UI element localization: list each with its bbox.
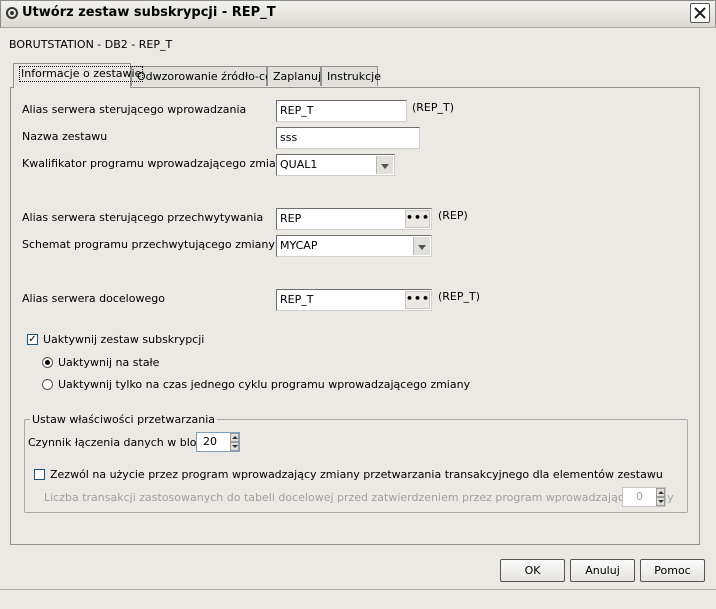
radio-permanent-label: Uaktywnij na stałe <box>58 356 160 369</box>
capture-schema-dropdown[interactable]: MYCAP <box>276 235 432 257</box>
chevron-down-icon[interactable] <box>413 237 430 255</box>
spin-up-icon[interactable] <box>656 488 665 497</box>
tab-set-information[interactable]: Informacje o zestawie <box>13 63 144 88</box>
commit-count-value: 0 <box>636 490 643 503</box>
target-alias-value: REP_T <box>280 293 314 306</box>
blocking-factor-stepper[interactable]: 20 <box>196 432 240 452</box>
qualifier-value: QUAL1 <box>280 158 318 171</box>
qualifier-dropdown[interactable]: QUAL1 <box>276 154 395 176</box>
capture-control-alias-input[interactable]: REP ••• <box>276 208 432 230</box>
spin-up-icon[interactable] <box>230 433 239 442</box>
transactional-checkbox[interactable] <box>34 469 45 480</box>
close-button[interactable] <box>690 3 710 23</box>
commit-count-stepper[interactable]: 0 <box>622 487 666 507</box>
capture-control-alias-value: REP <box>280 212 302 225</box>
window-title: Utwórz zestaw subskrypcji - REP_T <box>22 5 276 20</box>
processing-group-title: Ustaw właściwości przetwarzania <box>30 413 217 426</box>
capture-alias-label: Alias serwera sterującego wprowadzania <box>22 103 247 116</box>
tab-source-target-mapping[interactable]: Odwzorowanie źródło-cel <box>131 66 275 86</box>
cancel-button[interactable]: Anuluj <box>570 559 635 582</box>
capture-alias-note: (REP_T) <box>412 101 455 114</box>
capture-control-alias-note: (REP) <box>438 209 468 222</box>
capture-alias-input[interactable]: REP_T <box>276 100 407 122</box>
close-icon <box>694 7 706 19</box>
set-name-input[interactable]: sss <box>276 127 420 149</box>
connection-path: BORUTSTATION - DB2 - REP_T <box>9 38 173 51</box>
blocking-factor-label: Czynnik łączenia danych w bloki <box>28 436 206 449</box>
ok-button[interactable]: OK <box>500 559 565 582</box>
spinner-buttons[interactable] <box>230 433 239 451</box>
transactional-label: Zezwól na użycie przez program wprowadza… <box>50 468 663 481</box>
activate-checkbox[interactable]: ✓ <box>27 334 38 345</box>
radio-activate-permanent[interactable] <box>42 357 53 368</box>
qualifier-label: Kwalifikator programu wprowadzającego zm… <box>22 157 290 170</box>
blocking-factor-value: 20 <box>203 435 217 448</box>
capture-schema-label: Schemat programu przechwytującego zmiany <box>22 238 275 251</box>
target-alias-note: (REP_T) <box>438 290 481 303</box>
tab-schedule[interactable]: Zaplanuj <box>267 66 321 86</box>
capture-control-alias-label: Alias serwera sterującego przechwytywani… <box>22 211 264 224</box>
spin-down-icon[interactable] <box>656 497 665 506</box>
browse-button[interactable]: ••• <box>405 291 430 309</box>
status-bar-divider <box>0 589 716 590</box>
spinner-buttons[interactable] <box>656 488 665 506</box>
radio-once-label: Uaktywnij tylko na czas jednego cyklu pr… <box>58 378 471 391</box>
capture-schema-value: MYCAP <box>280 239 318 252</box>
spin-down-icon[interactable] <box>230 442 239 451</box>
browse-button[interactable]: ••• <box>405 210 430 228</box>
chevron-down-icon[interactable] <box>376 156 393 174</box>
target-alias-label: Alias serwera docelowego <box>22 292 165 305</box>
commit-count-label: Liczba transakcji zastosowanych do tabel… <box>44 491 674 504</box>
activate-label: Uaktywnij zestaw subskrypcji <box>43 333 205 346</box>
set-name-label: Nazwa zestawu <box>22 130 108 143</box>
help-button[interactable]: Pomoc <box>640 559 705 582</box>
target-alias-input[interactable]: REP_T ••• <box>276 289 432 311</box>
radio-activate-once[interactable] <box>42 379 53 390</box>
gear-icon <box>6 7 18 19</box>
tab-statements[interactable]: Instrukcje <box>321 66 381 86</box>
